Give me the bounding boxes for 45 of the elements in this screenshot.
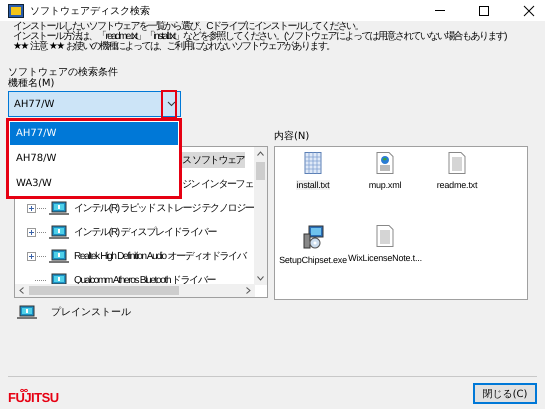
scroll-down-icon (257, 276, 264, 281)
tree-item[interactable]: ス ソフトウェア (181, 152, 246, 168)
file-item[interactable]: readme.txt (436, 180, 478, 190)
model-dropdown[interactable]: AH77/W (8, 91, 181, 117)
laptop-icon (49, 201, 69, 215)
file-item[interactable]: mup.xml (368, 180, 402, 190)
legend-label: プレインストール (51, 306, 131, 319)
scroll-right-icon (246, 287, 251, 294)
scroll-left-icon (19, 287, 24, 294)
spreadsheet-file-icon (304, 152, 322, 174)
scroll-up-icon (257, 151, 264, 156)
text-file-icon (448, 152, 466, 174)
laptop-icon (49, 225, 69, 239)
laptop-icon (49, 249, 69, 263)
close-button[interactable]: 閉じる(C) (473, 383, 537, 404)
instruction-text: ★★ 注意 ★★ お使いの機種によっては、ご利用になれないソフトウェアがあります。 (13, 41, 335, 51)
text-file-icon (376, 225, 394, 247)
laptop-icon (17, 305, 37, 319)
fujitsu-logo: FUJITSU (8, 388, 59, 405)
infinity-icon (20, 388, 28, 393)
instruction-text: インストールしたいソフトウェアを一覧から選び、Cドライブにインストールしてください。 (13, 21, 364, 31)
window-title: ソフトウェアディスク検索 (30, 4, 150, 18)
globe-document-icon (376, 152, 394, 174)
installer-icon (302, 225, 324, 249)
maximize-icon (478, 4, 490, 16)
dropdown-option[interactable]: AH77/W (9, 121, 179, 146)
tree-item[interactable]: インテル(R) ラピッド ストレージ テクノロジー (73, 200, 255, 216)
tree-item[interactable]: インテル(R) ディスプレイドライバー (73, 224, 217, 240)
section-heading: ソフトウェアの検索条件 (8, 67, 119, 78)
tree-item[interactable]: Qualcomm Atheros Bluetooth ドライバー (73, 272, 216, 285)
file-item[interactable]: install.txt (296, 180, 330, 190)
panel-label: 内容(N) (274, 131, 310, 142)
scrollbar-thumb[interactable] (29, 286, 179, 295)
minimize-icon (435, 10, 445, 11)
file-item[interactable]: SetupChipset.exe (278, 255, 348, 265)
chevron-down-icon (167, 101, 176, 107)
tree-item[interactable]: Realtek High Definition Audio オーディオドライバ (73, 248, 247, 264)
close-icon (523, 4, 535, 16)
instruction-text: インストール方法は、「readme.txt」「install.txt」などを参照してください。(ソフトウェアによっては用意されていない場合もあります) (13, 31, 506, 41)
tree-item[interactable]: ジン インターフェ (181, 176, 254, 192)
file-item[interactable]: WixLicenseNote.t... (347, 253, 423, 263)
app-icon (8, 4, 24, 18)
scrollbar-thumb[interactable] (256, 162, 265, 180)
field-label: 機種名(M) (8, 78, 56, 89)
laptop-icon (49, 273, 69, 285)
